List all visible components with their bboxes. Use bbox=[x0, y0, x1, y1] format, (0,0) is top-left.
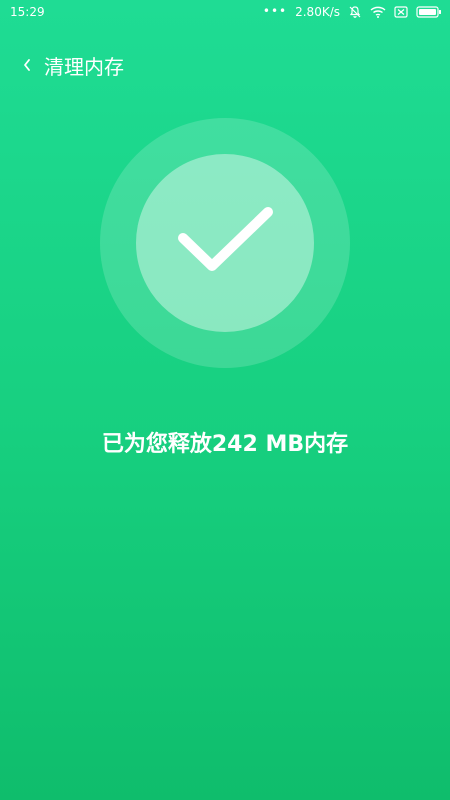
result-message: 已为您释放242 MB内存 bbox=[101, 432, 349, 457]
checkmark-icon bbox=[178, 207, 273, 271]
status-bar: 15:29 ••• 2.80K/s bbox=[0, 0, 450, 24]
badge-inner-circle bbox=[136, 154, 314, 332]
success-badge bbox=[0, 118, 450, 368]
status-dots: ••• bbox=[262, 4, 288, 18]
status-left: 15:29 bbox=[10, 5, 45, 19]
page-title: 清理内存 bbox=[44, 54, 124, 79]
status-right: ••• 2.80K/s bbox=[262, 4, 442, 19]
header: 清理内存 bbox=[0, 50, 450, 80]
badge-outer-ring bbox=[100, 118, 350, 368]
bell-off-icon bbox=[348, 5, 362, 19]
network-speed: 2.80K/s bbox=[295, 5, 340, 19]
back-button[interactable] bbox=[18, 56, 36, 74]
close-box-icon bbox=[394, 6, 408, 18]
chevron-left-icon bbox=[24, 59, 30, 71]
status-time: 15:29 bbox=[10, 5, 45, 19]
battery-icon bbox=[416, 6, 442, 18]
wifi-icon bbox=[370, 6, 386, 18]
